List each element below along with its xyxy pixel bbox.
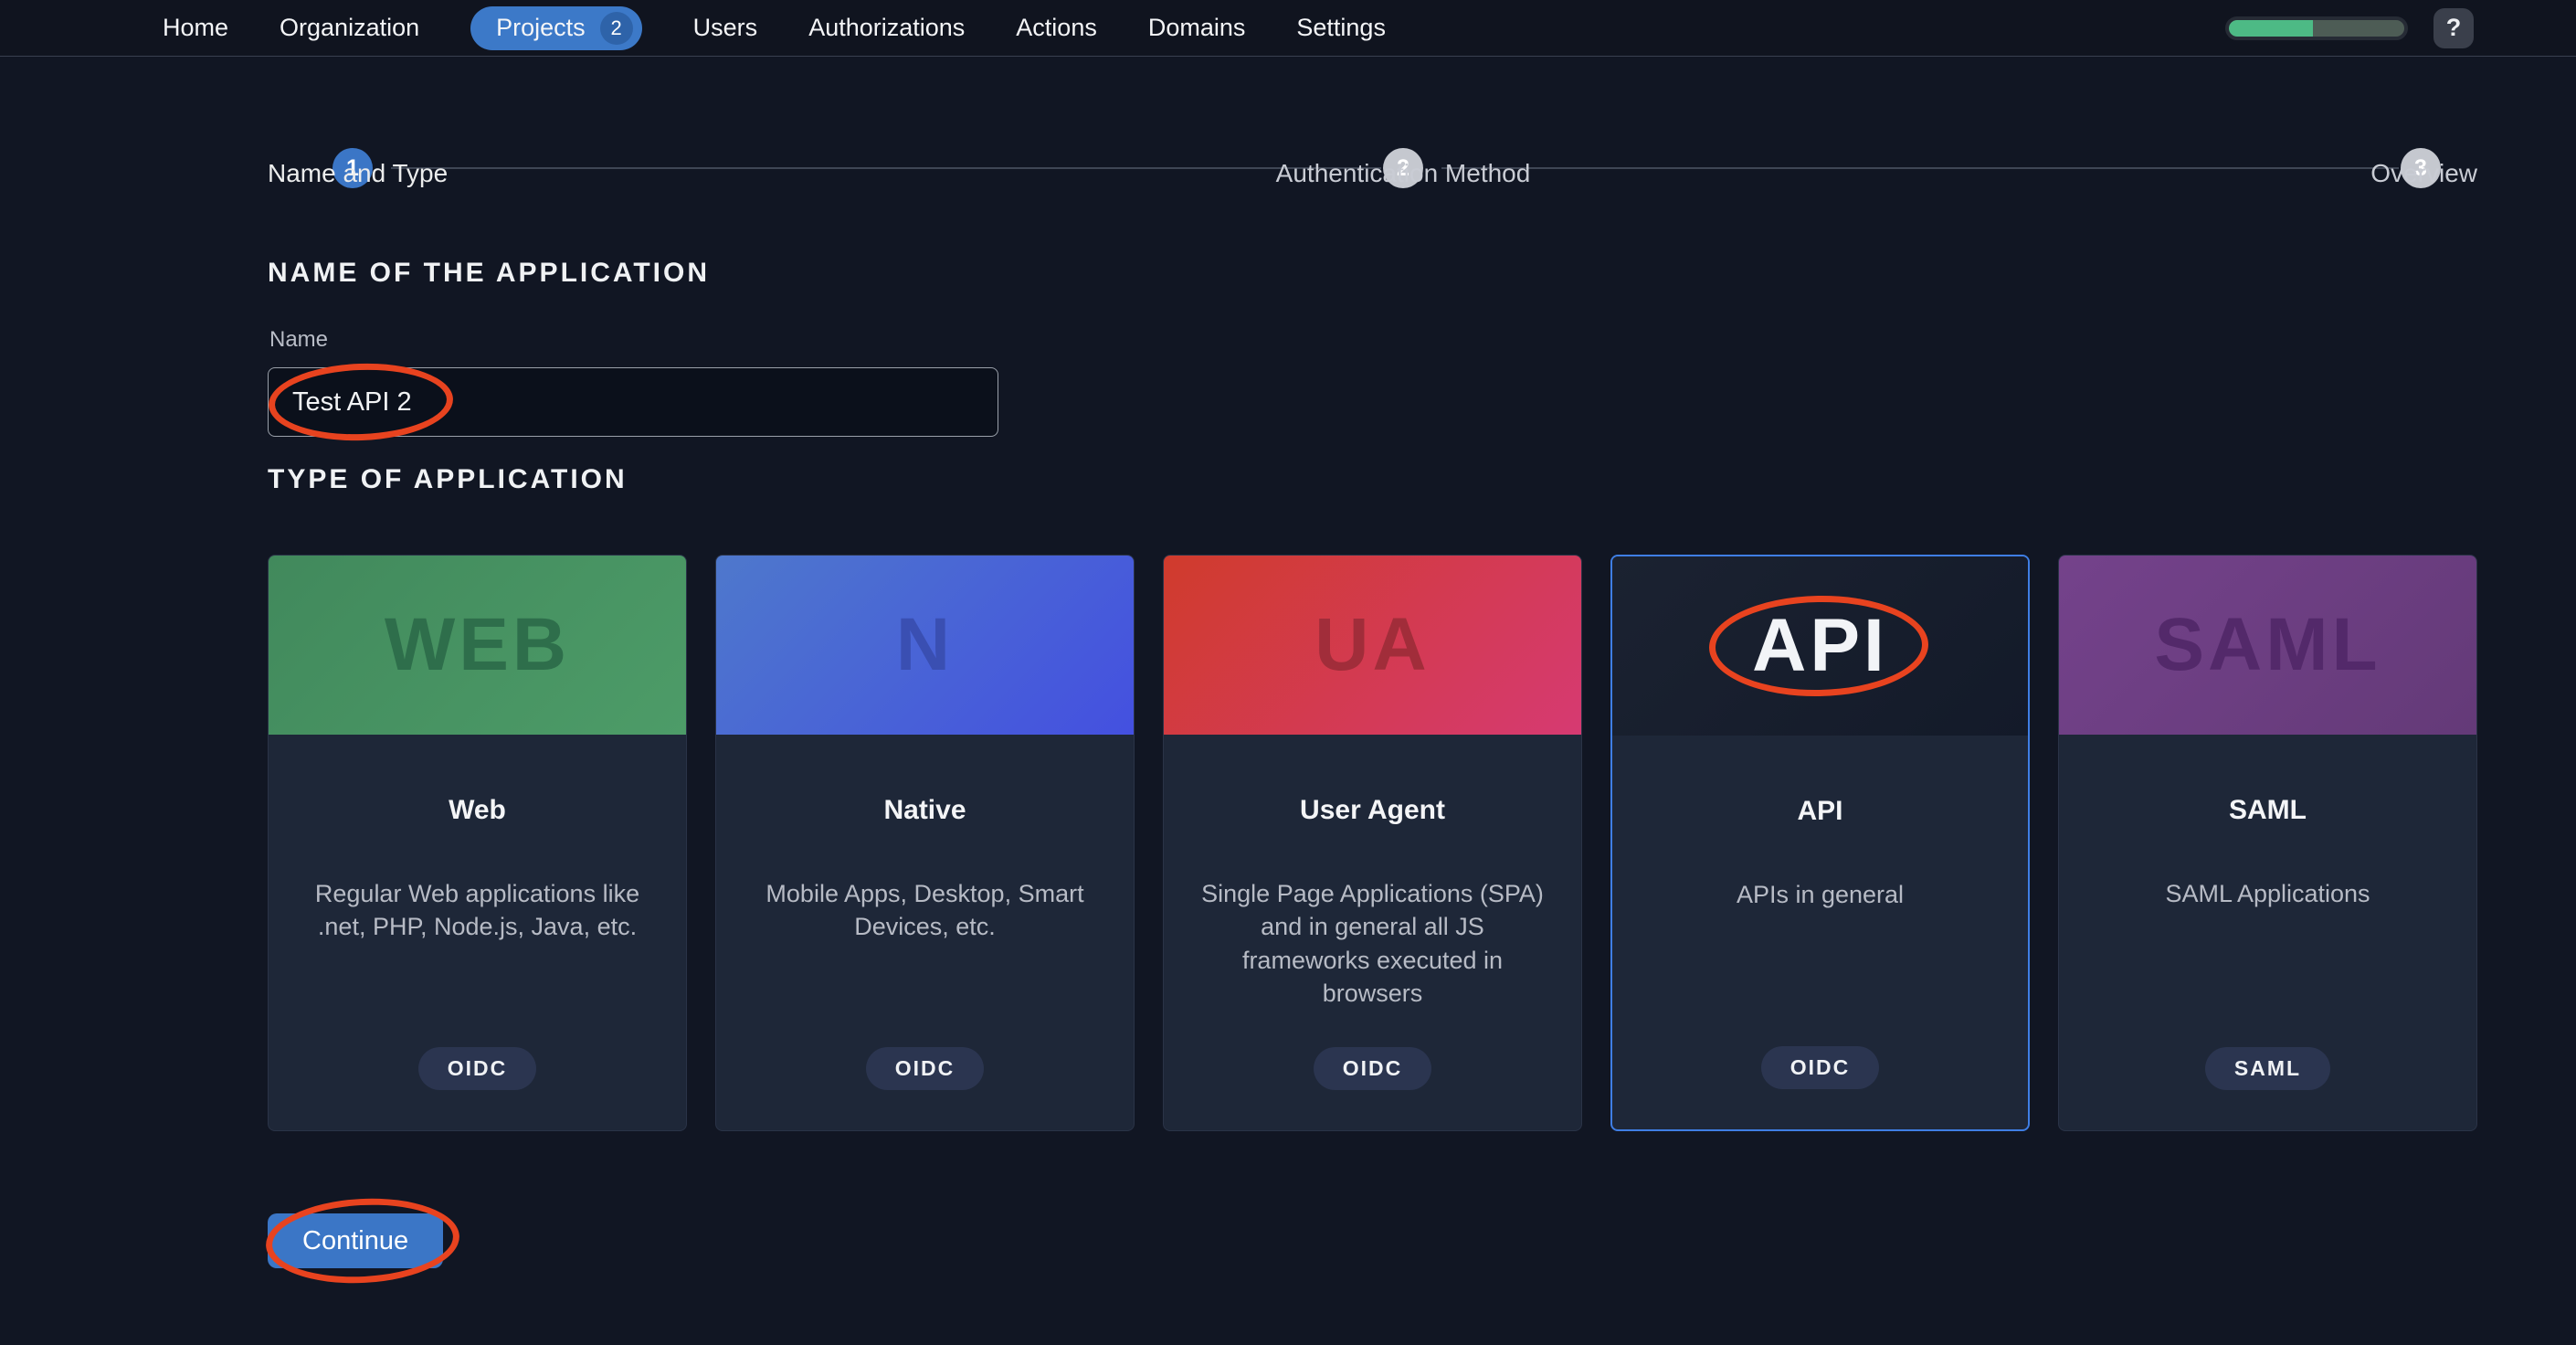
type-card-saml[interactable]: SAML SAML SAML Applications SAML xyxy=(2058,555,2477,1131)
api-card-banner: API xyxy=(1612,556,2028,736)
stepper-connector-line xyxy=(1441,167,2399,169)
nav-item-projects[interactable]: Projects 2 xyxy=(470,6,642,50)
top-nav-bar: Home Organization Projects 2 Users Autho… xyxy=(0,0,2576,57)
saml-card-banner: SAML xyxy=(2059,556,2476,735)
protocol-badge: OIDC xyxy=(1761,1046,1880,1089)
card-description: SAML Applications xyxy=(2059,877,2476,910)
quota-progress-bar xyxy=(2225,16,2408,40)
card-title: User Agent xyxy=(1164,795,1581,826)
native-card-banner-letter: N xyxy=(896,602,954,688)
nav-item-authorizations[interactable]: Authorizations xyxy=(808,14,965,42)
wizard-stepper: 1 2 3 Name and Type Authentication Metho… xyxy=(0,57,2576,203)
stepper-connector-line xyxy=(391,167,1381,169)
type-card-web[interactable]: WEB Web Regular Web applications like .n… xyxy=(268,555,687,1131)
step-2-label[interactable]: Authentication Method xyxy=(1276,159,1531,188)
api-card-banner-letter: API xyxy=(1752,603,1888,689)
type-card-native[interactable]: N Native Mobile Apps, Desktop, Smart Dev… xyxy=(715,555,1135,1131)
help-button[interactable]: ? xyxy=(2433,8,2474,48)
protocol-badge: OIDC xyxy=(1314,1047,1432,1090)
card-description: APIs in general xyxy=(1612,878,2028,911)
name-field-label: Name xyxy=(269,327,328,353)
protocol-badge: OIDC xyxy=(866,1047,985,1090)
protocol-badge: SAML xyxy=(2205,1047,2330,1090)
card-title: Native xyxy=(716,795,1134,826)
name-section-title: NAME OF THE APPLICATION xyxy=(268,258,710,289)
projects-count-badge: 2 xyxy=(600,12,633,45)
nav-item-home[interactable]: Home xyxy=(163,14,228,42)
user-agent-card-banner-letter: UA xyxy=(1314,602,1430,688)
native-card-banner: N xyxy=(716,556,1134,735)
web-card-banner-letter: WEB xyxy=(385,602,570,688)
protocol-badge: OIDC xyxy=(418,1047,537,1090)
user-agent-card-banner: UA xyxy=(1164,556,1581,735)
step-1-label[interactable]: Name and Type xyxy=(268,159,448,188)
nav-item-actions[interactable]: Actions xyxy=(1016,14,1097,42)
type-card-user-agent[interactable]: UA User Agent Single Page Applications (… xyxy=(1163,555,1582,1131)
continue-button[interactable]: Continue xyxy=(268,1213,443,1268)
card-description: Single Page Applications (SPA) and in ge… xyxy=(1164,877,1581,1011)
step-3-label[interactable]: Overview xyxy=(2370,159,2477,188)
main-nav: Home Organization Projects 2 Users Autho… xyxy=(0,6,1386,50)
application-type-cards: WEB Web Regular Web applications like .n… xyxy=(268,555,2477,1131)
nav-item-users[interactable]: Users xyxy=(693,14,758,42)
application-name-input[interactable] xyxy=(268,367,998,437)
application-wizard-screen: Home Organization Projects 2 Users Autho… xyxy=(0,0,2576,1345)
saml-card-banner-letter: SAML xyxy=(2154,602,2381,688)
card-title: SAML xyxy=(2059,795,2476,826)
nav-item-projects-label: Projects xyxy=(496,14,586,42)
card-title: Web xyxy=(269,795,686,826)
web-card-banner: WEB xyxy=(269,556,686,735)
topbar-right-group: ? xyxy=(2225,8,2576,48)
nav-item-domains[interactable]: Domains xyxy=(1148,14,1246,42)
type-card-api[interactable]: API API APIs in general OIDC xyxy=(1610,555,2030,1131)
card-description: Mobile Apps, Desktop, Smart Devices, etc… xyxy=(716,877,1134,944)
quota-progress-fill xyxy=(2229,20,2313,37)
nav-item-organization[interactable]: Organization xyxy=(280,14,419,42)
type-section-title: TYPE OF APPLICATION xyxy=(268,464,628,495)
nav-item-settings[interactable]: Settings xyxy=(1296,14,1386,42)
card-title: API xyxy=(1612,796,2028,827)
card-description: Regular Web applications like .net, PHP,… xyxy=(269,877,686,944)
